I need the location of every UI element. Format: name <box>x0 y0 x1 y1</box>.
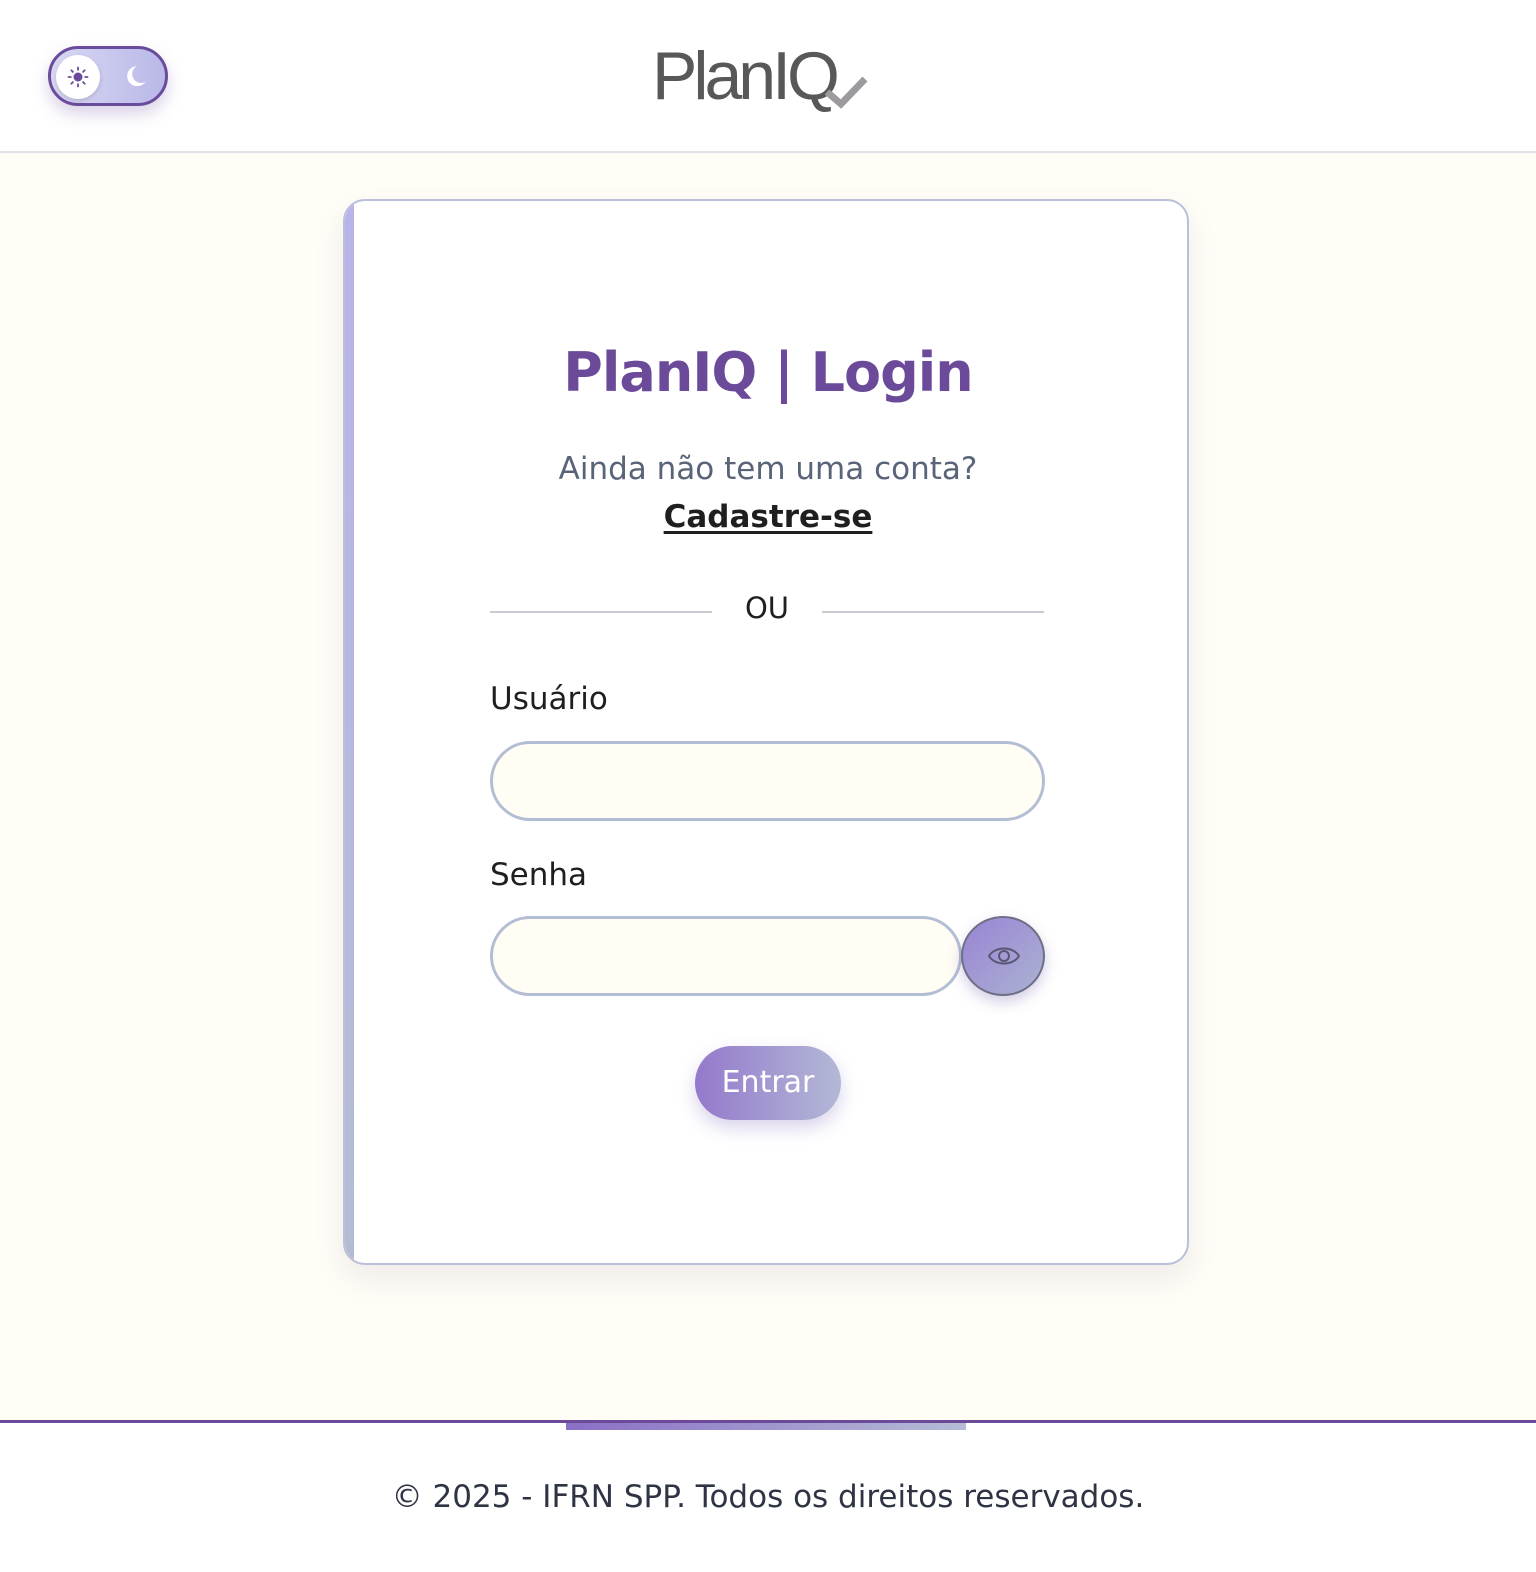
brand-name: PlanIQ <box>652 38 840 114</box>
divider-label: OU <box>744 591 790 625</box>
sun-icon <box>67 66 89 88</box>
footer-accent-bar <box>566 1423 966 1430</box>
copyright-text: © 2025 - IFRN SPP. Todos os direitos res… <box>391 1479 1145 1515</box>
login-submit-button[interactable]: Entrar <box>695 1046 841 1120</box>
show-password-button[interactable] <box>961 916 1045 996</box>
eye-icon <box>987 947 1021 965</box>
divider-line-left <box>490 611 712 613</box>
login-card: PlanIQ | Login Ainda não tem uma conta? … <box>343 199 1189 1265</box>
page-title: PlanIQ | Login <box>563 341 973 404</box>
brand-logo[interactable]: PlanIQ <box>652 38 872 118</box>
check-icon <box>824 76 868 109</box>
moon-icon <box>127 66 146 87</box>
username-label: Usuário <box>490 681 608 717</box>
signup-link[interactable]: Cadastre-se <box>345 499 1187 535</box>
password-input[interactable] <box>490 916 962 996</box>
divider-line-right <box>822 611 1044 613</box>
toggle-knob <box>56 55 100 99</box>
signup-prompt: Ainda não tem uma conta? <box>558 451 978 487</box>
password-label: Senha <box>490 857 588 893</box>
username-input[interactable] <box>490 741 1045 821</box>
page-footer: © 2025 - IFRN SPP. Todos os direitos res… <box>0 1420 1536 1572</box>
theme-toggle[interactable] <box>48 46 168 106</box>
page-header: PlanIQ <box>0 0 1536 153</box>
